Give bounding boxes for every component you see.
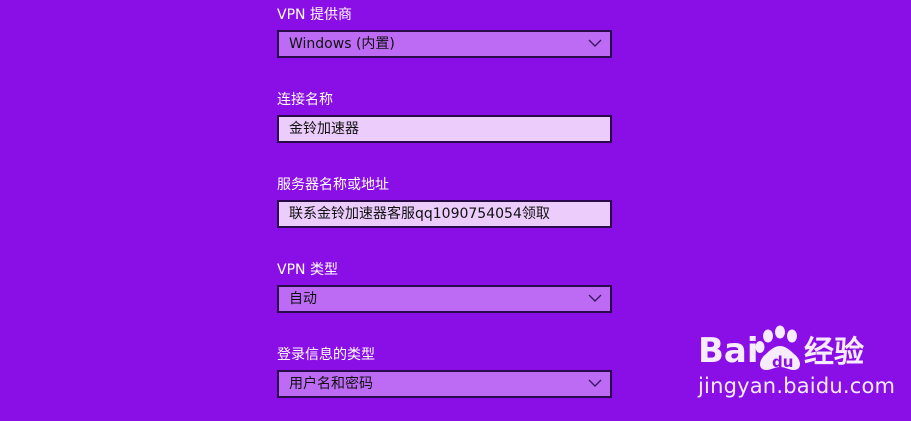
svg-text:du: du — [772, 353, 793, 371]
signin-info-type-label: 登录信息的类型 — [277, 347, 375, 363]
server-address-label: 服务器名称或地址 — [277, 177, 389, 193]
connection-name-label: 连接名称 — [277, 92, 333, 108]
chevron-down-icon — [588, 39, 602, 47]
vpn-type-value: 自动 — [289, 291, 317, 307]
baidu-paw-logo: Bai du 经验 — [698, 325, 864, 371]
watermark-url: jingyan.baidu.com — [698, 374, 896, 398]
vpn-provider-value: Windows (内置) — [289, 36, 395, 52]
server-address-value: 联系金铃加速器客服qq1090754054领取 — [289, 206, 550, 222]
server-address-input[interactable]: 联系金铃加速器客服qq1090754054领取 — [277, 200, 612, 228]
baidu-jingyan-watermark: Bai du 经验 jingyan.baidu.com — [696, 322, 896, 412]
vpn-type-label: VPN 类型 — [277, 262, 338, 278]
vpn-provider-label: VPN 提供商 — [277, 7, 352, 23]
svg-text:Bai: Bai — [698, 331, 759, 371]
chevron-down-icon — [588, 294, 602, 302]
connection-name-input[interactable]: 金铃加速器 — [277, 115, 612, 143]
vpn-provider-dropdown[interactable]: Windows (内置) — [277, 30, 612, 58]
vpn-type-dropdown[interactable]: 自动 — [277, 285, 612, 313]
signin-info-type-dropdown[interactable]: 用户名和密码 — [277, 370, 612, 398]
svg-text:经验: 经验 — [804, 335, 864, 370]
connection-name-value: 金铃加速器 — [289, 121, 359, 137]
chevron-down-icon — [588, 379, 602, 387]
signin-info-type-value: 用户名和密码 — [289, 376, 373, 392]
